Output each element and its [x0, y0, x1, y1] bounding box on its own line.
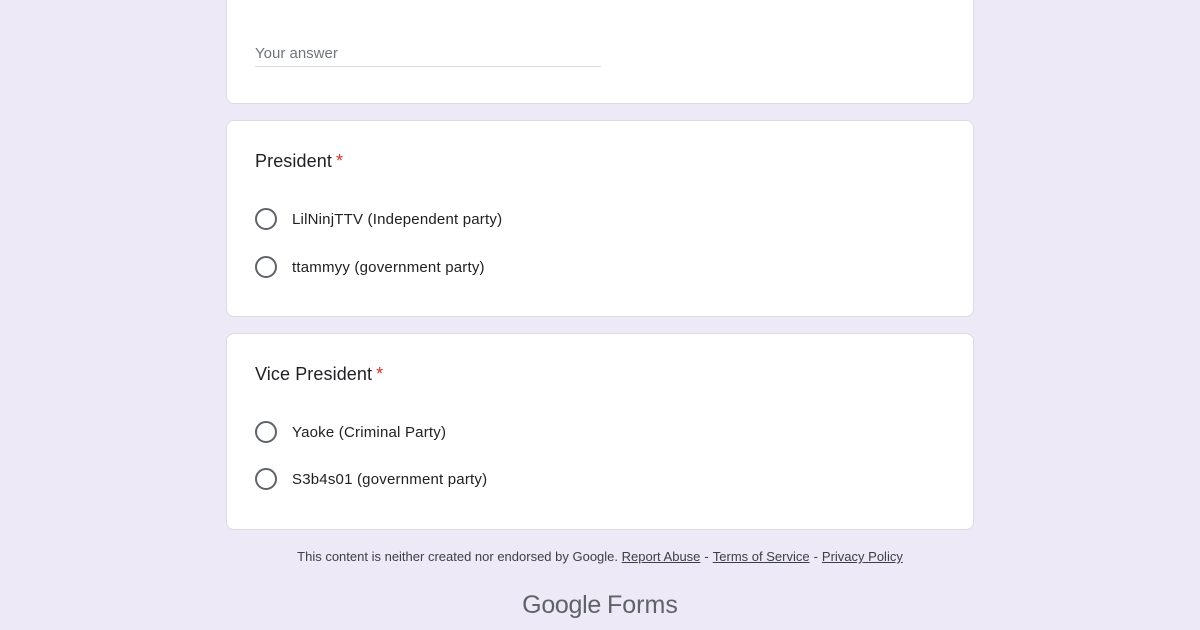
- option-label: ttammyy (government party): [292, 258, 485, 276]
- radio-option-ttammyy[interactable]: ttammyy (government party): [255, 254, 485, 280]
- radio-button[interactable]: [255, 208, 277, 230]
- president-question-card: President * LilNinjTTV (Independent party…: [226, 120, 974, 317]
- footer-disclaimer: This content is neither created nor endo…: [0, 549, 1200, 564]
- terms-of-service-link[interactable]: Terms of Service: [713, 549, 810, 564]
- form-page: President* LilNinjTTV (Independent party…: [0, 0, 1200, 630]
- report-abuse-link[interactable]: Report Abuse: [622, 549, 701, 564]
- disclaimer-text: This content is neither created nor endo…: [297, 549, 619, 564]
- forms-wordmark: Forms: [607, 591, 678, 619]
- separator: -: [704, 549, 709, 564]
- radio-option-yaoke[interactable]: Yaoke (Criminal Party): [255, 419, 446, 445]
- radio-button[interactable]: [255, 421, 277, 443]
- question-title-text: President: [255, 151, 332, 171]
- radio-button[interactable]: [255, 468, 277, 490]
- google-forms-logo[interactable]: Google Forms: [0, 591, 1200, 620]
- short-answer-card: [226, 0, 974, 104]
- radio-button[interactable]: [255, 256, 277, 278]
- required-asterisk: *: [376, 364, 384, 384]
- option-label: Yaoke (Criminal Party): [292, 423, 447, 441]
- privacy-policy-link[interactable]: Privacy Policy: [822, 549, 903, 564]
- vice-president-question-card: Vice President * Yaoke (Criminal Party) S…: [226, 333, 974, 530]
- radio-option-s3b4s01[interactable]: S3b4s01 (government party): [255, 466, 487, 492]
- option-label: S3b4s01 (government party): [292, 470, 488, 488]
- question-title-text: Vice President: [255, 364, 373, 384]
- radio-option-lilninjttv[interactable]: LilNinjTTV (Independent party): [255, 206, 502, 232]
- required-asterisk: *: [335, 151, 344, 171]
- google-wordmark: Google: [522, 591, 601, 619]
- answer-input[interactable]: [255, 40, 601, 67]
- question-title: President *: [255, 151, 343, 172]
- separator: -: [813, 549, 818, 564]
- question-title: Vice President *: [255, 364, 383, 385]
- option-label: LilNinjTTV (Independent party): [292, 210, 503, 228]
